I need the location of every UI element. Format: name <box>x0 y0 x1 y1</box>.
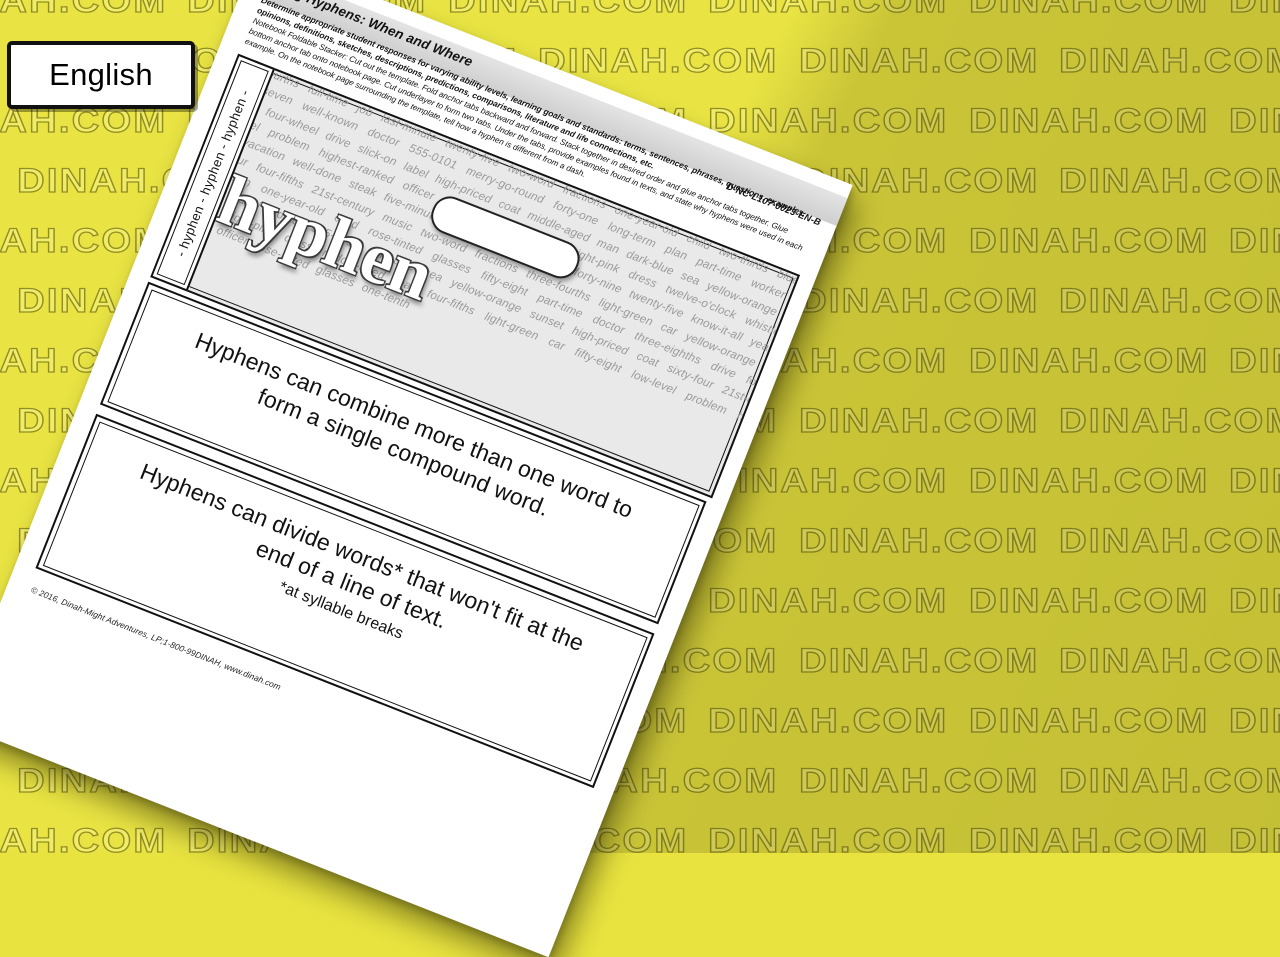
watermark-word: DINAH.COM <box>447 0 689 21</box>
watermark-word: DINAH.COM <box>1059 41 1280 80</box>
watermark-word: DINAH.COM <box>968 101 1210 140</box>
watermark-word: DINAH.COM <box>1229 701 1280 740</box>
watermark-word: DINAH.COM <box>1059 761 1280 800</box>
watermark-word: DINAH.COM <box>968 341 1210 380</box>
watermark-word: DINAH.COM <box>968 221 1210 260</box>
watermark-word: DINAH.COM <box>1229 341 1280 380</box>
watermark-word: DINAH.COM <box>1229 101 1280 140</box>
watermark-word: DINAH.COM <box>1229 581 1280 620</box>
subject-badge: English <box>7 41 195 109</box>
watermark-word: DINAH.COM <box>0 0 168 21</box>
watermark-word: DINAH.COM <box>1229 221 1280 260</box>
watermark-word: DINAH.COM <box>968 701 1210 740</box>
worksheet-sheet-container: Using Hyphens: When and Where D-NC-L107-… <box>0 0 972 957</box>
watermark-word: DINAH.COM <box>1059 281 1280 320</box>
watermark-word: DINAH.COM <box>708 821 949 853</box>
watermark-word: DINAH.COM <box>708 0 949 21</box>
watermark-row: DINAH.COMDINAH.COMDINAH.COMDINAH.COMDINA… <box>0 821 1280 853</box>
watermark-word: DINAH.COM <box>1059 641 1280 680</box>
watermark-word: DINAH.COM <box>1059 521 1280 560</box>
watermark-word: DINAH.COM <box>1229 0 1280 21</box>
subject-badge-label: English <box>49 57 153 92</box>
watermark-word: DINAH.COM <box>1059 401 1280 440</box>
watermark-word: DINAH.COM <box>968 461 1210 500</box>
watermark-word: DINAH.COM <box>0 821 168 853</box>
watermark-word: DINAH.COM <box>968 581 1210 620</box>
watermark-word: DINAH.COM <box>1229 821 1280 853</box>
watermark-word: DINAH.COM <box>968 821 1210 853</box>
watermark-word: DINAH.COM <box>968 0 1210 21</box>
watermark-word: DINAH.COM <box>1229 461 1280 500</box>
watermark-row: DINAH.COM DINAH.COM DINAH.COM DINAH.COM DINA… <box>0 0 1280 21</box>
watermark-word: DINAH.COM <box>1059 161 1280 200</box>
